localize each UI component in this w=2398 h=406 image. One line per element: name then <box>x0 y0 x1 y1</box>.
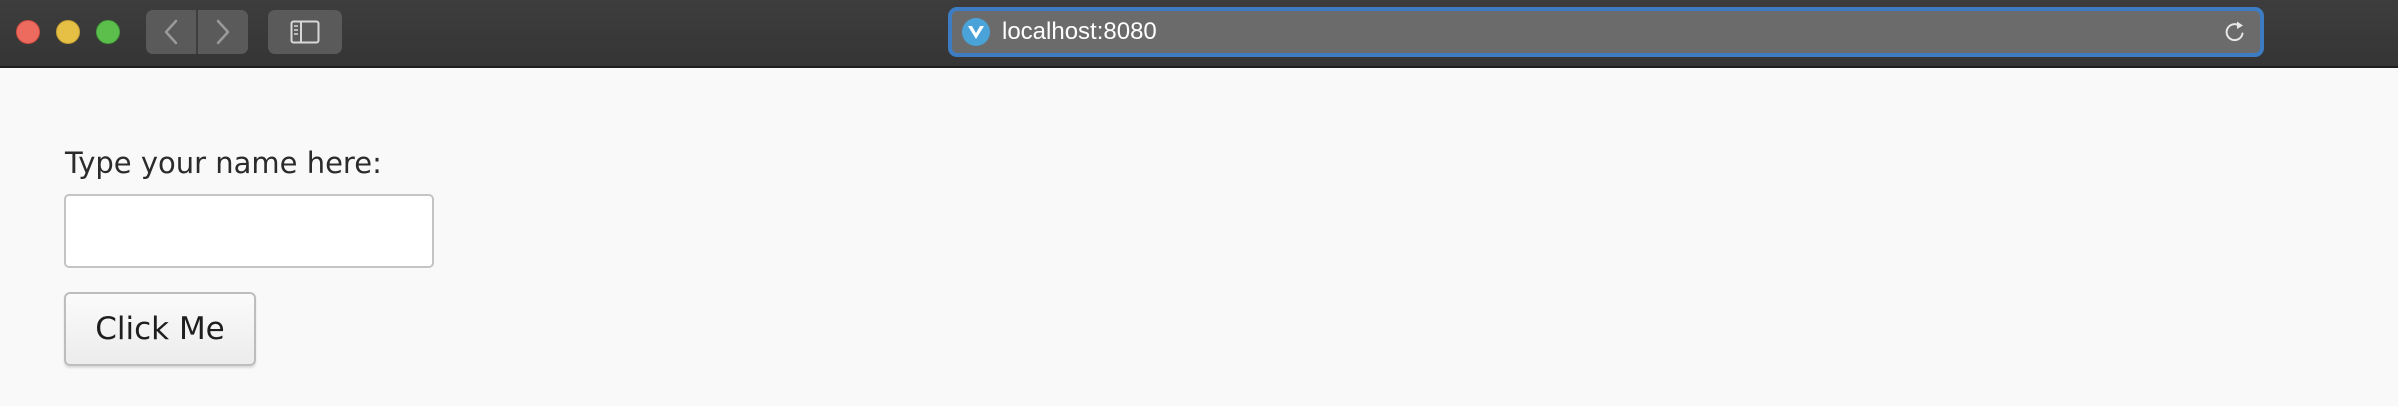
name-label: Type your name here: <box>65 146 382 180</box>
sidebar-icon <box>290 20 320 44</box>
browser-toolbar: localhost:8080 <box>0 0 2398 68</box>
page-content: Type your name here: Click Me <box>0 70 2398 406</box>
back-button[interactable] <box>146 10 196 54</box>
chevron-left-icon <box>164 19 178 45</box>
forward-button[interactable] <box>196 10 248 54</box>
address-bar[interactable]: localhost:8080 <box>948 7 2264 57</box>
reload-icon[interactable] <box>2222 19 2248 45</box>
vue-logo-icon <box>962 18 990 46</box>
zoom-window-button[interactable] <box>96 20 120 44</box>
click-me-button[interactable]: Click Me <box>64 292 256 366</box>
minimize-window-button[interactable] <box>56 20 80 44</box>
sidebar-toggle-button[interactable] <box>268 10 342 54</box>
chevron-right-icon <box>216 19 230 45</box>
url-text: localhost:8080 <box>1002 18 1157 45</box>
close-window-button[interactable] <box>16 20 40 44</box>
navigation-buttons <box>146 10 248 54</box>
name-input[interactable] <box>64 194 434 268</box>
